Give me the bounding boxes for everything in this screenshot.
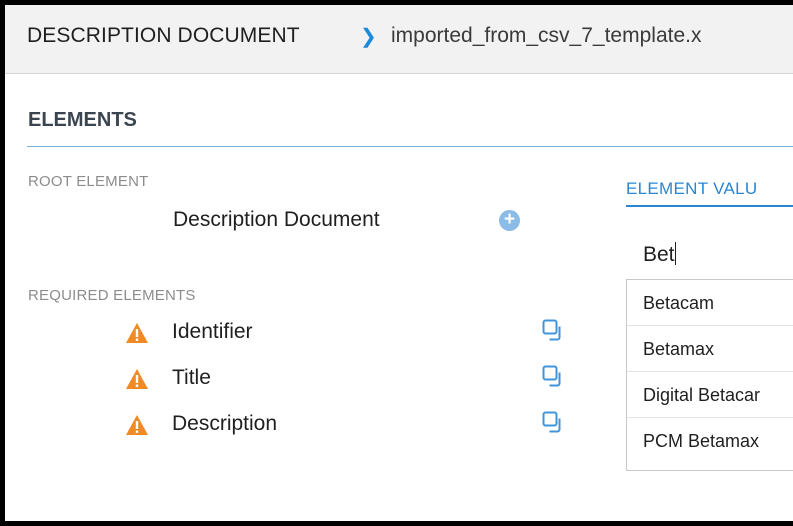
required-elements-label: REQUIRED ELEMENTS <box>28 287 196 304</box>
chevron-right-icon: ❯ <box>360 26 377 48</box>
element-value-input[interactable]: Bet <box>643 242 676 267</box>
breadcrumb-root[interactable]: DESCRIPTION DOCUMENT <box>27 24 300 48</box>
copy-icon[interactable] <box>542 365 564 387</box>
suggestion-item[interactable]: Betamax <box>627 326 793 372</box>
root-element-name: Description Document <box>173 208 380 231</box>
copy-icon[interactable] <box>542 411 564 433</box>
section-title: ELEMENTS <box>28 109 137 131</box>
root-element-label: ROOT ELEMENT <box>28 173 149 190</box>
suggestion-item[interactable]: Betacam <box>627 280 793 326</box>
section-divider <box>27 146 793 147</box>
required-element-label: Description <box>172 412 278 435</box>
required-element-label: Title <box>172 366 211 389</box>
suggestion-item[interactable]: PCM Betamax <box>627 418 793 464</box>
warning-icon <box>126 415 148 435</box>
suggestion-item[interactable]: Digital Betacar <box>627 372 793 418</box>
breadcrumb-file-name[interactable]: imported_from_csv_7_template.x <box>391 24 701 48</box>
app-window: DESCRIPTION DOCUMENT ❯ imported_from_csv… <box>5 5 793 521</box>
plus-circle-icon[interactable]: + <box>499 210 520 231</box>
element-value-text: Bet <box>643 243 675 266</box>
breadcrumb: DESCRIPTION DOCUMENT ❯ imported_from_csv… <box>5 5 793 74</box>
text-caret <box>674 242 676 265</box>
element-value-underline <box>626 205 793 207</box>
copy-icon[interactable] <box>542 319 564 341</box>
warning-icon <box>126 323 148 343</box>
suggestion-dropdown: Betacam Betamax Digital Betacar PCM Beta… <box>626 279 793 471</box>
element-value-title: ELEMENT VALU <box>626 179 758 198</box>
warning-icon <box>126 369 148 389</box>
required-element-label: Identifier <box>172 320 253 343</box>
